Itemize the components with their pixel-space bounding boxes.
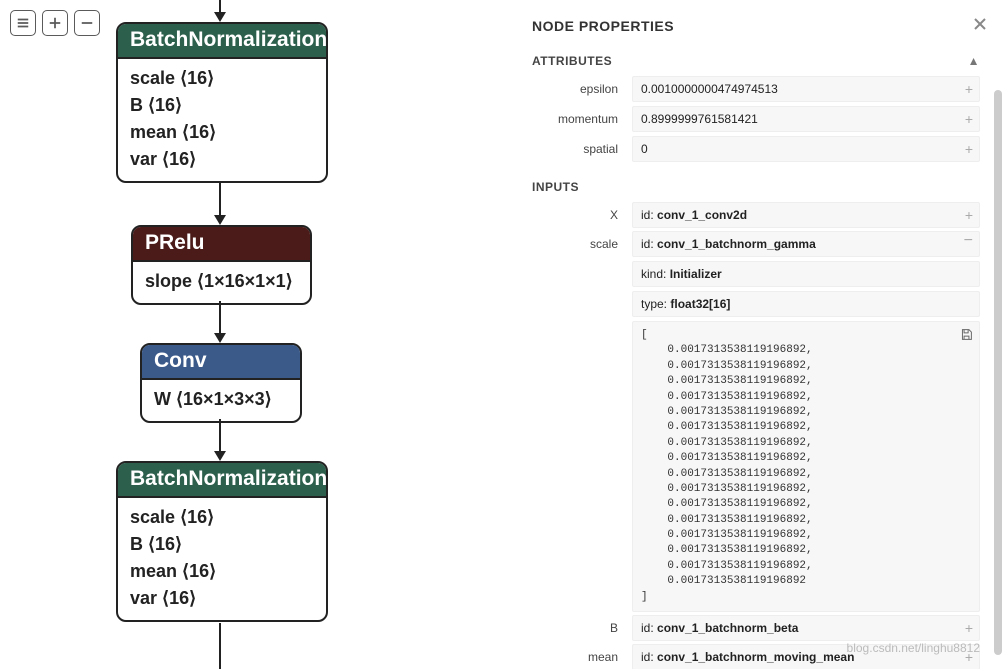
attr-row-momentum: momentum 0.8999999761581421 + [532, 106, 980, 132]
menu-button[interactable] [10, 10, 36, 36]
node-attrs: scale ⟨16⟩ B ⟨16⟩ mean ⟨16⟩ var ⟨16⟩ [118, 496, 326, 620]
input-row-scale: scale id: conv_1_batchnorm_gamma − kind:… [532, 231, 980, 612]
model-graph-canvas[interactable]: BatchNormalization scale ⟨16⟩ B ⟨16⟩ mea… [0, 0, 508, 669]
expand-button[interactable]: + [965, 620, 973, 636]
input-row-mean: mean id: conv_1_batchnorm_moving_mean + [532, 644, 980, 669]
node-properties-panel: NODE PROPERTIES ATTRIBUTES ▲ epsilon 0.0… [508, 0, 1008, 669]
input-value[interactable]: id: conv_1_batchnorm_moving_mean + [632, 644, 980, 669]
input-row-b: B id: conv_1_batchnorm_beta + [532, 615, 980, 641]
node-title: Conv [142, 345, 300, 378]
input-row-x: X id: conv_1_conv2d + [532, 202, 980, 228]
save-tensor-button[interactable] [960, 328, 973, 347]
input-value[interactable]: id: conv_1_batchnorm_beta + [632, 615, 980, 641]
expand-button[interactable]: + [965, 649, 973, 665]
input-kind: kind: Initializer [632, 261, 980, 287]
zoom-out-button[interactable] [74, 10, 100, 36]
expand-button[interactable]: + [965, 141, 973, 157]
attr-row-epsilon: epsilon 0.0010000000474974513 + [532, 76, 980, 102]
expand-button[interactable]: + [965, 207, 973, 223]
attr-value[interactable]: 0 + [632, 136, 980, 162]
expand-button[interactable]: + [965, 111, 973, 127]
node-attrs: scale ⟨16⟩ B ⟨16⟩ mean ⟨16⟩ var ⟨16⟩ [118, 57, 326, 181]
floppy-disk-icon [960, 328, 973, 341]
node-title: BatchNormalization [118, 463, 326, 496]
attr-value[interactable]: 0.8999999761581421 + [632, 106, 980, 132]
graph-node-batchnormalization-1[interactable]: BatchNormalization scale ⟨16⟩ B ⟨16⟩ mea… [116, 22, 328, 183]
chevron-up-icon: ▲ [968, 54, 980, 68]
close-button[interactable] [972, 16, 988, 37]
plus-icon [48, 16, 62, 30]
attr-value[interactable]: 0.0010000000474974513 + [632, 76, 980, 102]
hamburger-icon [16, 16, 30, 30]
attr-row-spatial: spatial 0 + [532, 136, 980, 162]
node-title: BatchNormalization [118, 24, 326, 57]
minus-icon [80, 16, 94, 30]
graph-node-batchnormalization-2[interactable]: BatchNormalization scale ⟨16⟩ B ⟨16⟩ mea… [116, 461, 328, 622]
canvas-toolbar [10, 10, 100, 36]
input-type: type: float32[16] [632, 291, 980, 317]
node-attrs: slope ⟨1×16×1×1⟩ [133, 260, 310, 303]
scrollbar[interactable] [994, 90, 1002, 655]
close-icon [972, 16, 988, 32]
node-attrs: W ⟨16×1×3×3⟩ [142, 378, 300, 421]
input-value[interactable]: id: conv_1_batchnorm_gamma − [632, 231, 980, 257]
inputs-list: X id: conv_1_conv2d + scale id: conv_1_b… [532, 202, 980, 669]
tensor-values: [ 0.0017313538119196892, 0.0017313538119… [632, 321, 980, 612]
collapse-button[interactable]: − [964, 236, 973, 246]
graph-node-conv[interactable]: Conv W ⟨16×1×3×3⟩ [140, 343, 302, 423]
node-title: PRelu [133, 227, 310, 260]
zoom-in-button[interactable] [42, 10, 68, 36]
section-header-attributes[interactable]: ATTRIBUTES ▲ [532, 54, 980, 68]
input-value[interactable]: id: conv_1_conv2d + [632, 202, 980, 228]
expand-button[interactable]: + [965, 81, 973, 97]
section-header-inputs[interactable]: INPUTS [532, 180, 980, 194]
panel-title: NODE PROPERTIES [532, 18, 980, 34]
graph-node-prelu[interactable]: PRelu slope ⟨1×16×1×1⟩ [131, 225, 312, 305]
attributes-list: epsilon 0.0010000000474974513 + momentum… [532, 76, 980, 162]
